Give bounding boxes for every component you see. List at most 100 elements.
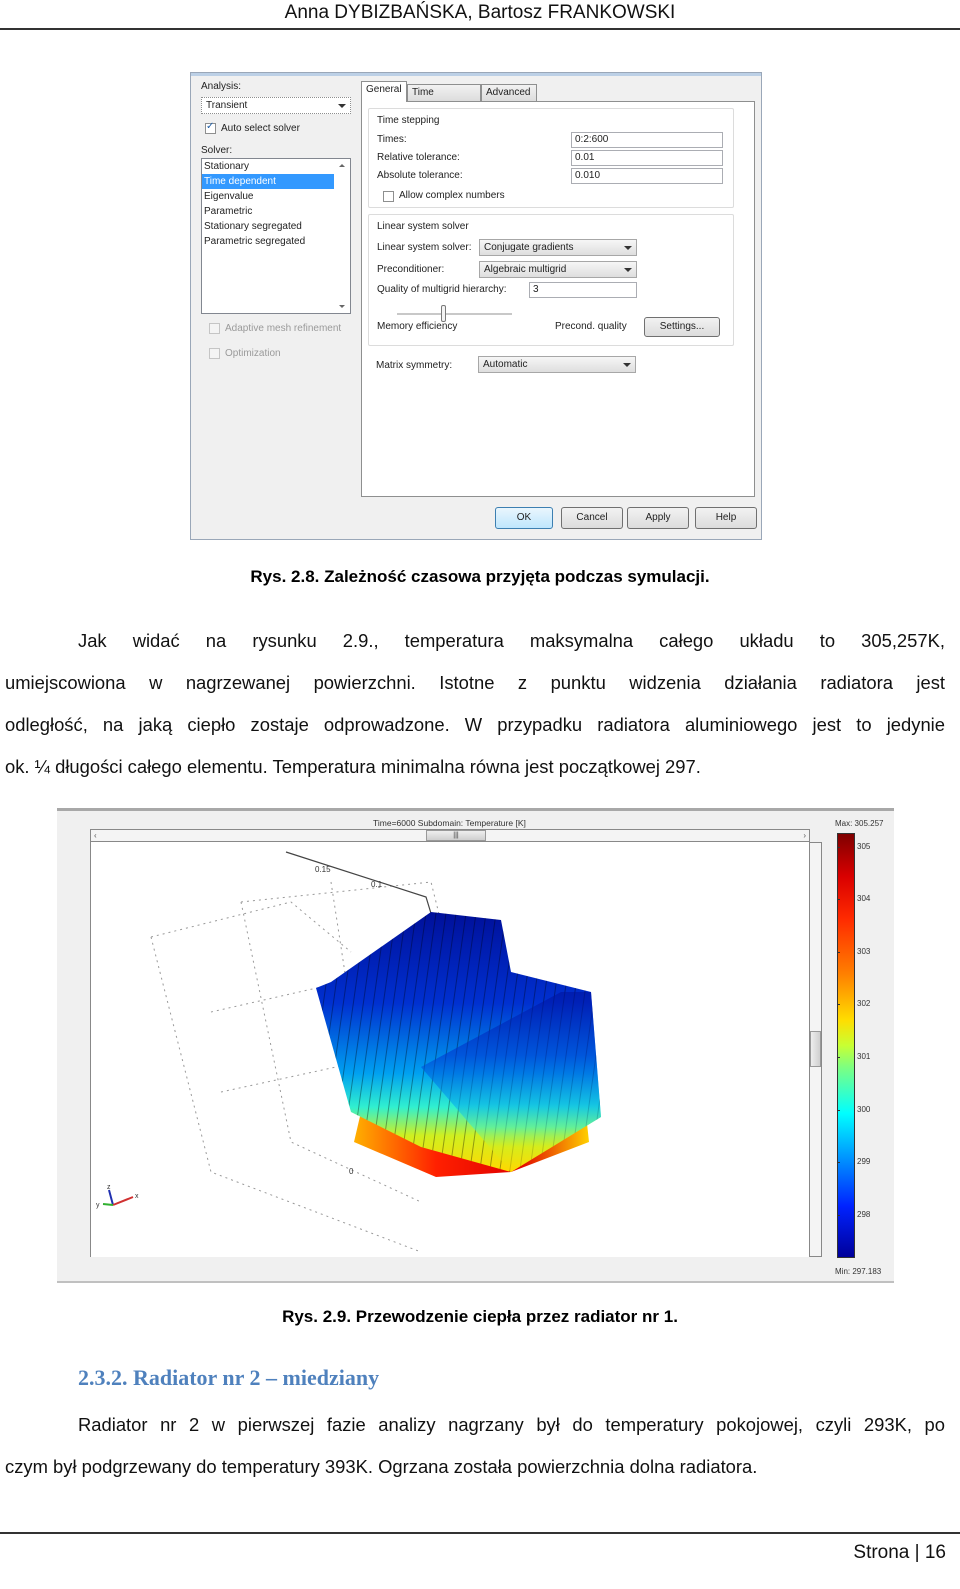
plot-vertical-scrollbar[interactable]: [809, 842, 822, 1257]
linear-solver-select[interactable]: Conjugate gradients: [479, 239, 637, 256]
colorbar-tick: 299: [836, 1157, 871, 1167]
chevron-down-icon: [624, 246, 632, 250]
solver-list[interactable]: Stationary Time dependent Eigenvalue Par…: [201, 158, 351, 314]
apply-button[interactable]: Apply: [627, 507, 689, 529]
page-header-authors: Anna DYBIZBAŃSKA, Bartosz FRANKOWSKI: [284, 2, 676, 23]
matrix-symmetry-label: Matrix symmetry:: [376, 360, 453, 371]
relative-tolerance-input[interactable]: 0.01: [571, 150, 723, 166]
tab-general[interactable]: General: [361, 81, 407, 102]
optimization-label: Optimization: [225, 348, 281, 359]
tab-advanced[interactable]: Advanced: [481, 84, 537, 102]
paragraph-line: Radiator nr 2 w pierwszej fazie analizy …: [78, 1414, 945, 1435]
axis-tick-label: 0: [349, 1167, 354, 1176]
preconditioner-value: Algebraic multigrid: [484, 264, 567, 275]
multigrid-quality-label: Quality of multigrid hierarchy:: [377, 284, 507, 295]
solver-parameters-dialog: Analysis: Transient Auto select solver S…: [190, 72, 762, 540]
chevron-down-icon: [338, 104, 346, 108]
precond-slider-track[interactable]: [397, 313, 512, 315]
allow-complex-checkbox[interactable]: [383, 191, 394, 202]
adaptive-mesh-label: Adaptive mesh refinement: [225, 323, 342, 334]
axis-line: [285, 851, 434, 921]
axis-tick-label: 0.1: [371, 880, 383, 889]
times-label: Times:: [377, 134, 407, 145]
colorbar-tick: 305: [836, 841, 871, 851]
footer-rule: [0, 1532, 960, 1534]
scrollbar-thumb[interactable]: [810, 1031, 821, 1067]
triad-x-label: x: [135, 1193, 139, 1200]
analysis-select[interactable]: Transient: [201, 97, 351, 114]
paragraph-radiator-2: Radiator nr 2 w pierwszej fazie analizy …: [5, 1404, 945, 1488]
optimization-checkbox[interactable]: [209, 348, 220, 359]
plot-area[interactable]: 0.15 0.1 0 z x y: [90, 842, 810, 1257]
temperature-colorbar: [837, 833, 855, 1258]
x-axis-icon: [112, 1196, 134, 1206]
linear-solver-label: Linear system solver:: [377, 242, 472, 253]
preconditioner-select[interactable]: Algebraic multigrid: [479, 261, 637, 278]
page-number: Strona | 16: [853, 1542, 946, 1563]
figure-caption-2-8: Rys. 2.8. Zależność czasowa przyjęta pod…: [250, 567, 710, 586]
ok-button[interactable]: OK: [495, 507, 553, 529]
colorbar-tick: 304: [836, 894, 871, 904]
colorbar-tick: 298: [836, 1209, 871, 1219]
scroll-right-icon[interactable]: ›: [803, 831, 806, 840]
plot-title: Time=6000 Subdomain: Temperature [K]: [373, 818, 526, 828]
colorbar-tick: 300: [836, 1104, 871, 1114]
relative-tolerance-label: Relative tolerance:: [377, 152, 460, 163]
axis-triad: z x y: [96, 1184, 139, 1209]
cancel-button[interactable]: Cancel: [561, 507, 623, 529]
multigrid-quality-input[interactable]: 3: [529, 282, 637, 298]
temperature-simulation-figure: Time=6000 Subdomain: Temperature [K] ‹ |…: [57, 808, 894, 1283]
settings-button[interactable]: Settings...: [644, 317, 720, 337]
time-stepping-group: Time stepping Times: 0:2:600 Relative to…: [368, 108, 734, 208]
chevron-down-icon: [623, 363, 631, 367]
section-heading: 2.3.2. Radiator nr 2 – miedziany: [78, 1365, 380, 1390]
plot-horizontal-scrollbar[interactable]: ‹ ||| ›: [90, 829, 810, 842]
solver-item-eigenvalue[interactable]: Eigenvalue: [202, 189, 334, 204]
auto-select-solver-checkbox[interactable]: [205, 121, 216, 134]
tab-time-stepping[interactable]: Time Stepping: [407, 84, 481, 114]
help-button[interactable]: Help: [695, 507, 757, 529]
solver-list-scrollbar[interactable]: [335, 159, 350, 313]
adaptive-mesh-checkbox[interactable]: [209, 323, 220, 334]
solver-item-stationary[interactable]: Stationary: [202, 159, 334, 174]
precond-quality-label: Precond. quality: [555, 321, 627, 332]
scrollbar-thumb[interactable]: |||: [426, 830, 486, 841]
scroll-left-icon[interactable]: ‹: [94, 831, 97, 840]
linear-solver-group: Linear system solver Linear system solve…: [368, 214, 734, 346]
scroll-up-icon[interactable]: [339, 164, 345, 167]
header-rule: [0, 28, 960, 30]
scroll-down-icon[interactable]: [339, 305, 345, 308]
paragraph-line: umiejscowiona w nagrzewanej powierzchni.…: [5, 672, 945, 693]
preconditioner-label: Preconditioner:: [377, 264, 445, 275]
analysis-label: Analysis:: [201, 81, 242, 92]
time-stepping-group-label: Time stepping: [377, 115, 440, 126]
dialog-top-border: [191, 73, 761, 76]
analysis-value: Transient: [206, 100, 248, 111]
matrix-symmetry-select[interactable]: Automatic: [478, 356, 636, 373]
absolute-tolerance-input[interactable]: 0.010: [571, 168, 723, 184]
paragraph-line: odległość, na jaką ciepło zostaje odprow…: [5, 714, 945, 735]
colorbar-tick: 301: [836, 1052, 871, 1062]
solver-item-stationary-segregated[interactable]: Stationary segregated: [202, 219, 334, 234]
times-input[interactable]: 0:2:600: [571, 132, 723, 148]
general-tab-panel: Time stepping Times: 0:2:600 Relative to…: [361, 101, 755, 497]
precond-slider-thumb[interactable]: [441, 305, 446, 322]
solver-label: Solver:: [201, 145, 233, 156]
colorbar-max-label: Max: 305.257: [835, 819, 884, 828]
solver-item-parametric-segregated[interactable]: Parametric segregated: [202, 234, 334, 249]
linear-solver-group-label: Linear system solver: [377, 221, 469, 232]
axis-tick-label: 0.15: [315, 865, 331, 874]
memory-efficiency-label: Memory efficiency: [377, 321, 458, 332]
chevron-down-icon: [624, 268, 632, 272]
linear-solver-value: Conjugate gradients: [484, 242, 574, 253]
triad-z-label: z: [107, 1184, 111, 1191]
colorbar-tick: 302: [836, 999, 871, 1009]
solver-item-time-dependent[interactable]: Time dependent: [202, 174, 334, 189]
paragraph-line: czym był podgrzewany do temperatury 393K…: [5, 1456, 758, 1477]
colorbar-min-label: Min: 297.183: [835, 1267, 882, 1276]
z-axis-icon: [108, 1189, 114, 1206]
colorbar-tick: 303: [836, 946, 871, 956]
triad-y-label: y: [96, 1202, 100, 1209]
solver-item-parametric[interactable]: Parametric: [202, 204, 334, 219]
paragraph-line: Jak widać na rysunku 2.9., temperatura m…: [78, 630, 945, 651]
